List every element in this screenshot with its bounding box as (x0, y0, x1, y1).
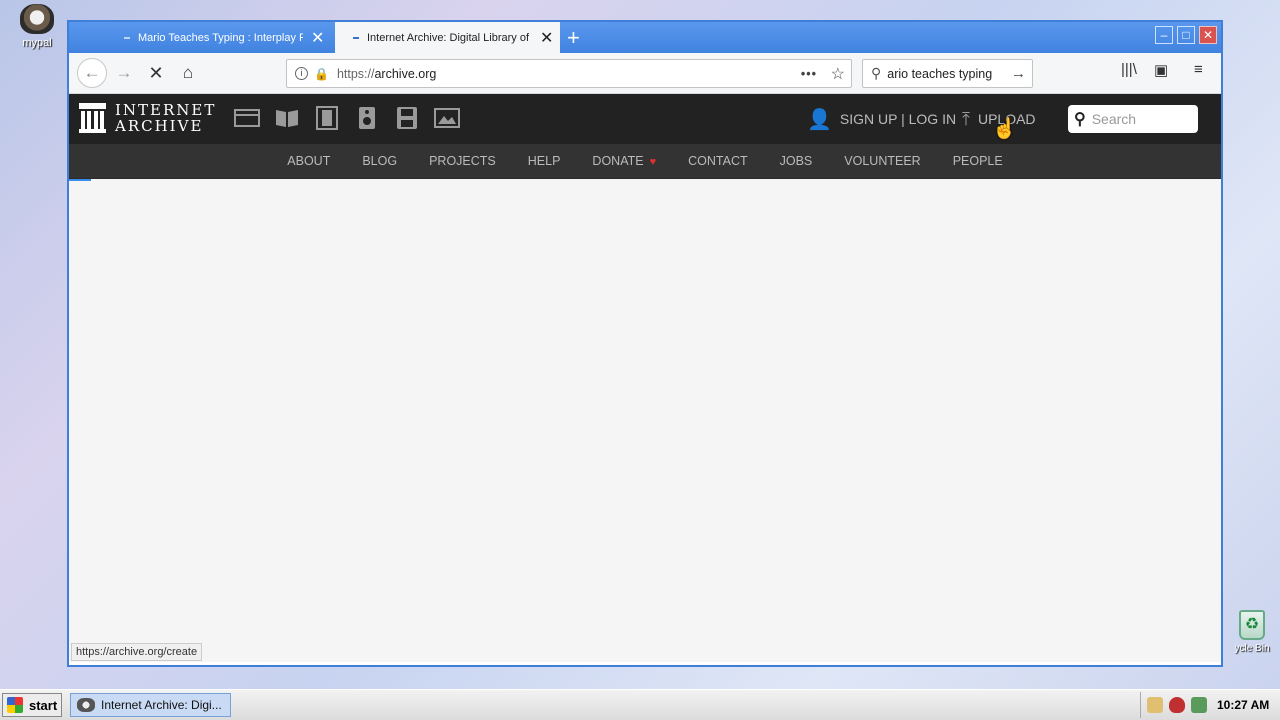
nav-donate[interactable]: DONATE ♥ (592, 154, 656, 168)
search-icon: ⚲ (1074, 111, 1086, 128)
recycle-bin-icon: ♻ (1239, 610, 1265, 640)
page-content: https://archive.org/create (69, 179, 1221, 662)
nav-contact[interactable]: CONTACT (688, 154, 748, 168)
url-bar[interactable]: i 🔒 https:// archive.org ••• ☆ (286, 59, 852, 88)
tab-internet-archive[interactable]: Internet Archive: Digital Library of ✕ (335, 22, 560, 53)
tab-favicon-icon (124, 36, 130, 39)
desktop-icon-mypal[interactable]: mypal (14, 4, 60, 49)
nav-volunteer[interactable]: VOLUNTEER (844, 154, 920, 168)
window-controls: – □ ✕ (1155, 26, 1217, 44)
desktop-icon-label: ycle Bin (1234, 643, 1270, 654)
loading-progress-bar (69, 179, 91, 181)
minimize-icon[interactable]: – (1155, 26, 1173, 44)
images-icon[interactable] (434, 106, 460, 130)
ia-logo-text: INTERNET ARCHIVE (115, 102, 216, 134)
nav-donate-label: DONATE (592, 154, 644, 168)
desktop-icon-label: mypal (22, 37, 52, 49)
nav-help[interactable]: HELP (528, 154, 561, 168)
windows-flag-icon (7, 697, 23, 713)
new-tab-button[interactable]: + (567, 25, 580, 51)
clock: 10:27 AM (1217, 698, 1270, 712)
taskbar-item-internet-archive[interactable]: Internet Archive: Digi... (70, 693, 231, 717)
ia-search-box[interactable]: ⚲ Search (1068, 105, 1198, 133)
page-actions-icon[interactable]: ••• (801, 67, 817, 81)
desktop-icon-recycle-bin[interactable]: ♻ ycle Bin (1222, 610, 1280, 654)
tray-update-icon[interactable] (1191, 697, 1207, 713)
tray-shield-icon[interactable] (1169, 697, 1185, 713)
signup-login-label: SIGN UP | LOG IN (839, 111, 957, 127)
logo-line-1: INTERNET (115, 101, 217, 119)
sidebar-icon[interactable]: ▣ (1154, 61, 1168, 79)
ia-temple-icon (79, 103, 106, 133)
upload-icon: ⤒ (962, 108, 970, 129)
search-icon: ⚲ (871, 65, 882, 81)
user-icon: 👤 (807, 108, 832, 131)
search-go-icon[interactable]: → (1011, 65, 1026, 82)
ia-main-nav: ABOUT BLOG PROJECTS HELP DONATE ♥ CONTACT… (69, 144, 1221, 179)
nav-projects[interactable]: PROJECTS (429, 154, 496, 168)
browser-window: Mario Teaches Typing : Interplay Pr ✕ In… (67, 20, 1223, 667)
close-tab-icon[interactable]: ✕ (311, 28, 324, 48)
ia-logo[interactable]: INTERNET ARCHIVE (79, 102, 216, 134)
mypal-icon (20, 4, 54, 34)
url-host: archive.org (374, 66, 437, 81)
browser-search-value: ario teaches typing (887, 66, 993, 81)
signup-login-link[interactable]: 👤 SIGN UP | LOG IN (807, 94, 956, 144)
back-button[interactable]: ← (77, 58, 107, 88)
home-button[interactable]: ⌂ (176, 61, 200, 85)
lock-icon: 🔒 (314, 66, 329, 81)
tab-title: Mario Teaches Typing : Interplay Pr (138, 31, 303, 44)
system-tray: 10:27 AM (1140, 692, 1280, 718)
mypal-icon (77, 698, 95, 712)
navigation-toolbar: ← → ✕ ⌂ i 🔒 https:// archive.org ••• ☆ ⚲… (69, 53, 1221, 94)
tab-title: Internet Archive: Digital Library of (367, 31, 530, 44)
browser-search-bar[interactable]: ⚲ ario teaches typing → (862, 59, 1033, 88)
maximize-icon[interactable]: □ (1177, 26, 1195, 44)
start-label: start (29, 697, 58, 713)
status-bar-link: https://archive.org/create (71, 643, 203, 661)
heart-icon: ♥ (649, 156, 657, 168)
video-icon[interactable] (314, 106, 340, 130)
hand-cursor-icon: ☝ (992, 118, 1017, 140)
nav-about[interactable]: ABOUT (287, 154, 330, 168)
forward-button[interactable]: → (112, 61, 136, 85)
audio-icon[interactable] (354, 106, 380, 130)
taskbar: start Internet Archive: Digi... 10:27 AM (0, 689, 1280, 720)
ia-search-placeholder: Search (1091, 111, 1137, 127)
stop-loading-button[interactable]: ✕ (144, 61, 168, 85)
close-tab-icon[interactable]: ✕ (540, 28, 553, 48)
close-window-icon[interactable]: ✕ (1199, 26, 1217, 44)
logo-line-2: ARCHIVE (115, 117, 204, 135)
nav-blog[interactable]: BLOG (362, 154, 397, 168)
texts-icon[interactable] (274, 106, 300, 130)
url-protocol: https:// (336, 66, 375, 81)
menu-icon[interactable]: ≡ (1194, 61, 1203, 78)
tab-bar: Mario Teaches Typing : Interplay Pr ✕ In… (69, 22, 1221, 53)
tray-network-icon[interactable] (1147, 697, 1163, 713)
taskbar-item-label: Internet Archive: Digi... (101, 698, 222, 712)
web-icon[interactable] (234, 106, 260, 130)
nav-jobs[interactable]: JOBS (780, 154, 813, 168)
ia-top-bar: INTERNET ARCHIVE 👤 SIGN UP | LOG IN ⤒ UP… (69, 94, 1221, 144)
software-icon[interactable] (394, 106, 420, 130)
nav-people[interactable]: PEOPLE (953, 154, 1003, 168)
info-icon[interactable]: i (295, 67, 308, 80)
bookmark-star-icon[interactable]: ☆ (831, 64, 845, 84)
tab-favicon-icon (353, 36, 359, 39)
start-button[interactable]: start (2, 693, 62, 717)
tab-mario-teaches-typing[interactable]: Mario Teaches Typing : Interplay Pr ✕ (106, 22, 324, 53)
library-icon[interactable]: |||\ (1121, 61, 1137, 78)
